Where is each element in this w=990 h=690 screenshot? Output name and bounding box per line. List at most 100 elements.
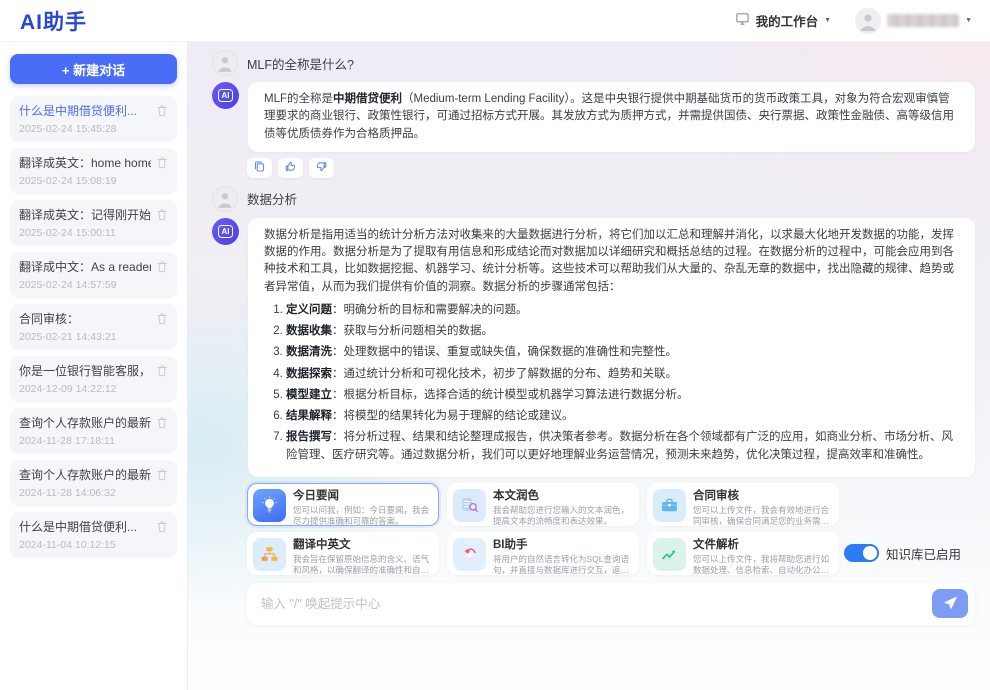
user-avatar — [855, 8, 881, 34]
card-today-news[interactable]: 今日要闻 您可以问我，例如：今日要闻，我会尽力提供准确和可靠的答案。 — [247, 483, 439, 526]
thumbs-up-icon — [284, 160, 297, 176]
user-message-text: 数据分析 — [247, 189, 297, 208]
sidebar: + 新建对话 什么是中期借贷便利... 2025-02-24 15:45:28 … — [0, 42, 188, 690]
thumbs-up-button[interactable] — [278, 158, 303, 178]
trash-icon[interactable] — [156, 104, 168, 117]
trash-icon[interactable] — [156, 416, 168, 429]
app-logo: AI助手 — [20, 6, 87, 36]
copy-button[interactable] — [247, 158, 272, 178]
ai-avatar: AI — [212, 218, 239, 245]
username-redacted — [887, 14, 959, 27]
analysis-step: 数据收集：获取与分析问题相关的数据。 — [286, 323, 959, 340]
chevron-down-icon: ▼ — [965, 17, 972, 24]
feature-cards: 今日要闻 您可以问我，例如：今日要闻，我会尽力提供准确和可靠的答案。 本文润色 … — [247, 483, 839, 575]
workspace-menu[interactable]: 我的工作台 ▼ — [735, 11, 831, 31]
trash-icon[interactable] — [156, 468, 168, 481]
analysis-step: 定义问题：明确分析的目标和需要解决的问题。 — [286, 302, 959, 319]
list-item[interactable]: 查询个人存款账户的最新... 2024-11-28 14:06:32 — [10, 460, 177, 506]
list-item[interactable]: 查询个人存款账户的最新... 2024-11-28 17:18:11 — [10, 408, 177, 454]
thumbs-down-button[interactable] — [309, 158, 334, 178]
list-item[interactable]: 翻译成英文：home home 2025-02-24 15:08:19 — [10, 148, 177, 194]
conversation-time: 2024-12-09 14:22:12 — [19, 383, 168, 395]
knowledge-base-toggle[interactable] — [844, 544, 879, 562]
ai-message-bubble: 数据分析是指用适当的统计分析方法对收集来的大量数据进行分析，将它们加以汇总和理解… — [248, 218, 975, 477]
card-title: BI助手 — [493, 538, 630, 553]
conversation-time: 2024-11-28 17:18:11 — [19, 435, 168, 447]
top-header: AI助手 我的工作台 ▼ ▼ — [0, 0, 990, 42]
briefcase-icon — [653, 489, 686, 522]
card-bi-assistant[interactable]: BI助手 将用户的自然语言转化为SQL查询语句，并直接与数据库进行交互，返回智能… — [447, 532, 639, 575]
user-message: 数据分析 — [212, 186, 975, 212]
list-item[interactable]: 合同审核： 2025-02-21 14:43:21 — [10, 304, 177, 350]
bulb-icon — [253, 489, 286, 522]
conversation-title: 翻译成英文：home home — [19, 154, 151, 171]
ai-message: AI MLF的全称是中期借贷便利（Medium-term Lending Fac… — [212, 82, 975, 152]
trash-icon[interactable] — [156, 208, 168, 221]
conversation-title: 合同审核： — [19, 310, 79, 327]
card-title: 翻译中英文 — [293, 538, 430, 553]
card-desc: 您可以上传文件，我会有效地进行合同审核，确保合同满足您的业务需求。 — [693, 505, 830, 528]
conversation-time: 2024-11-28 14:06:32 — [19, 487, 168, 499]
conversation-title: 什么是中期借贷便利... — [19, 518, 137, 535]
thumbs-down-icon — [315, 160, 328, 176]
message-input[interactable] — [261, 597, 932, 611]
document-polish-icon — [453, 489, 486, 522]
message-actions — [247, 158, 975, 178]
conversation-time: 2025-02-24 14:57:59 — [19, 279, 168, 291]
message-input-bar — [247, 583, 975, 625]
trend-chart-icon — [653, 538, 686, 571]
monitor-icon — [735, 11, 750, 31]
analysis-steps: 定义问题：明确分析的目标和需要解决的问题。 数据收集：获取与分析问题相关的数据。… — [264, 302, 959, 464]
conversation-title: 你是一位银行智能客服，... — [19, 362, 151, 379]
ai-avatar: AI — [212, 82, 239, 109]
analysis-step: 报告撰写：将分析过程、结果和结论整理成报告，供决策者参考。数据分析在各个领域都有… — [286, 429, 959, 464]
list-item[interactable]: 什么是中期借贷便利... 2025-02-24 15:45:28 — [10, 96, 177, 142]
card-title: 合同审核 — [693, 489, 830, 504]
trash-icon[interactable] — [156, 260, 168, 273]
paper-plane-icon — [943, 595, 958, 613]
knowledge-base-toggle-group: 知识库已启用 — [844, 544, 961, 563]
send-button[interactable] — [932, 589, 968, 618]
trash-icon[interactable] — [156, 156, 168, 169]
analysis-step: 模型建立：根据分析目标，选择合适的统计模型或机器学习算法进行数据分析。 — [286, 387, 959, 404]
card-title: 本文润色 — [493, 489, 630, 504]
card-contract-review[interactable]: 合同审核 您可以上传文件，我会有效地进行合同审核，确保合同满足您的业务需求。 — [647, 483, 839, 526]
ai-message-bubble: MLF的全称是中期借贷便利（Medium-term Lending Facili… — [248, 82, 975, 152]
conversation-title: 翻译成中文：As a reader... — [19, 258, 151, 275]
conversation-title: 翻译成英文：记得刚开始... — [19, 206, 151, 223]
analysis-step: 结果解释：将模型的结果转化为易于理解的结论或建议。 — [286, 408, 959, 425]
trash-icon[interactable] — [156, 520, 168, 533]
list-item[interactable]: 什么是中期借贷便利... 2024-11-04 10:12:15 — [10, 512, 177, 558]
list-item[interactable]: 你是一位银行智能客服，... 2024-12-09 14:22:12 — [10, 356, 177, 402]
list-item[interactable]: 翻译成中文：As a reader... 2025-02-24 14:57:59 — [10, 252, 177, 298]
conversation-list: 什么是中期借贷便利... 2025-02-24 15:45:28 翻译成英文：h… — [10, 96, 177, 558]
card-desc: 将用户的自然语言转化为SQL查询语句，并直接与数据库进行交互，返回智能推荐的图表… — [493, 554, 630, 577]
conversation-title: 什么是中期借贷便利... — [19, 102, 137, 119]
analysis-intro: 数据分析是指用适当的统计分析方法对收集来的大量数据进行分析，将它们加以汇总和理解… — [264, 229, 954, 293]
conversation-time: 2024-11-04 10:12:15 — [19, 539, 168, 551]
analysis-step: 数据探索：通过统计分析和可视化技术，初步了解数据的分布、趋势和关联。 — [286, 366, 959, 383]
conversation-title: 查询个人存款账户的最新... — [19, 414, 151, 431]
conversation-time: 2025-02-21 14:43:21 — [19, 331, 168, 343]
trash-icon[interactable] — [156, 364, 168, 377]
card-desc: 我会帮助您进行您输入的文本润色，提高文本的流畅度和表达效果。 — [493, 505, 630, 528]
trash-icon[interactable] — [156, 312, 168, 325]
new-chat-button[interactable]: + 新建对话 — [10, 54, 177, 84]
toggle-knob — [863, 546, 877, 560]
user-message-text: MLF的全称是什么? — [247, 54, 354, 73]
user-avatar — [212, 50, 238, 76]
card-title: 今日要闻 — [293, 489, 430, 504]
card-text-polish[interactable]: 本文润色 我会帮助您进行您输入的文本润色，提高文本的流畅度和表达效果。 — [447, 483, 639, 526]
pie-chart-icon — [453, 538, 486, 571]
knowledge-base-label: 知识库已启用 — [886, 544, 961, 563]
analysis-step: 数据清洗：处理数据中的错误、重复或缺失值，确保数据的准确性和完整性。 — [286, 344, 959, 361]
conversation-title: 查询个人存款账户的最新... — [19, 466, 151, 483]
conversation-time: 2025-02-24 15:08:19 — [19, 175, 168, 187]
list-item[interactable]: 翻译成英文：记得刚开始... 2025-02-24 15:00:11 — [10, 200, 177, 246]
card-desc: 您可以问我，例如：今日要闻，我会尽力提供准确和可靠的答案。 — [293, 505, 430, 528]
card-translate[interactable]: 翻译中英文 我会旨在保留原始信息的含义、语气和风格，以确保翻译的准确性和自然流畅… — [247, 532, 439, 575]
profile-menu[interactable]: ▼ — [855, 8, 972, 34]
flowchart-icon — [253, 538, 286, 571]
card-desc: 您可以上传文件，我将帮助您进行如数据处理、信息检索、自动化办公等。 — [693, 554, 830, 577]
card-file-parse[interactable]: 文件解析 您可以上传文件，我将帮助您进行如数据处理、信息检索、自动化办公等。 — [647, 532, 839, 575]
